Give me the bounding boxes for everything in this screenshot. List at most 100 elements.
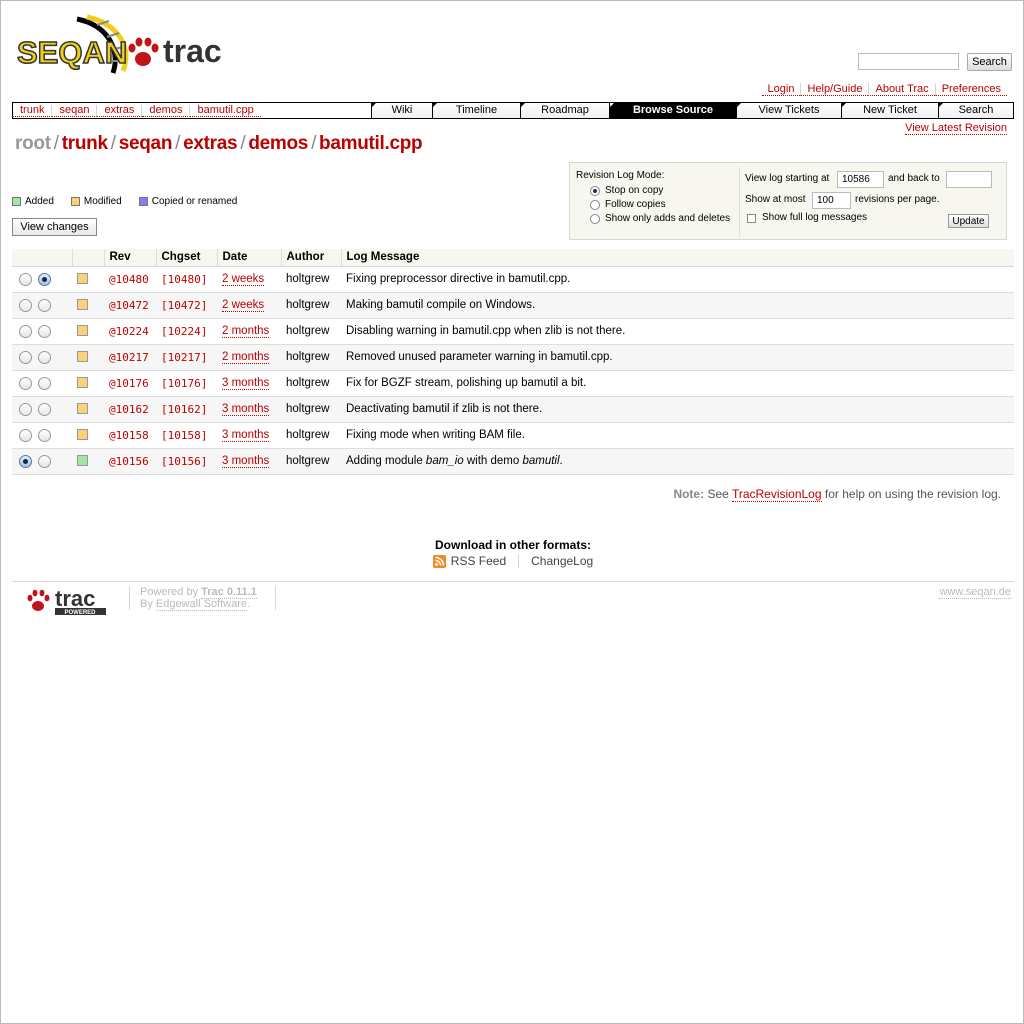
- trac-revision-log-link[interactable]: TracRevisionLog: [731, 487, 822, 502]
- edgewall-link[interactable]: Edgewall Software: [155, 598, 248, 611]
- old-revision-radio[interactable]: [19, 350, 32, 364]
- chgset-link[interactable]: [10224]: [161, 325, 207, 338]
- chgset-link[interactable]: [10158]: [161, 429, 207, 442]
- chgset-link[interactable]: [10217]: [161, 351, 207, 364]
- new-revision-radio[interactable]: [38, 428, 51, 442]
- new-revision-radio[interactable]: [38, 454, 51, 468]
- logo-seqan-text: SEQAN: [17, 35, 127, 70]
- start-revision-input[interactable]: [837, 171, 884, 188]
- date-link[interactable]: 3 months: [222, 377, 270, 390]
- date-link[interactable]: 2 weeks: [222, 299, 265, 312]
- view-latest-revision-link[interactable]: View Latest Revision: [905, 122, 1007, 135]
- path-root-link[interactable]: root: [15, 133, 51, 154]
- help-guide-link[interactable]: Help/Guide: [800, 83, 869, 96]
- alt-formats: RSS Feed ChangeLog: [1, 554, 1024, 568]
- col-author: Author: [281, 249, 342, 267]
- date-link[interactable]: 2 months: [222, 351, 270, 364]
- mode-follow-copies[interactable]: Follow copies: [590, 199, 666, 210]
- footer-divider: [12, 581, 1014, 582]
- trac-powered-badge[interactable]: trac POWERED: [25, 586, 110, 616]
- nav-browse-source[interactable]: Browse Source: [609, 103, 736, 118]
- old-revision-radio[interactable]: [19, 324, 32, 338]
- rss-feed-link[interactable]: RSS Feed: [421, 554, 518, 568]
- rev-link[interactable]: @10472: [109, 299, 149, 312]
- chgset-link[interactable]: [10472]: [161, 299, 207, 312]
- pathnav-bamutil-cpp[interactable]: bamutil.cpp: [190, 104, 261, 117]
- date-link[interactable]: 3 months: [222, 455, 270, 468]
- modified-indicator: [77, 429, 88, 441]
- new-revision-radio[interactable]: [38, 350, 51, 364]
- modified-indicator: [77, 299, 88, 311]
- path-trunk-link[interactable]: trunk: [62, 133, 108, 154]
- author: holtgrew: [281, 344, 341, 371]
- chgset-link[interactable]: [10162]: [161, 403, 207, 416]
- nav-wiki[interactable]: Wiki: [372, 103, 432, 118]
- author: holtgrew: [281, 422, 341, 449]
- chgset-link[interactable]: [10176]: [161, 377, 207, 390]
- mode-only-adds-deletes[interactable]: Show only adds and deletes: [590, 213, 730, 224]
- limit-input[interactable]: [812, 192, 851, 209]
- log-message: Disabling warning in bamutil.cpp when zl…: [341, 318, 1014, 345]
- update-button[interactable]: Update: [948, 214, 989, 228]
- date-link[interactable]: 2 months: [222, 325, 270, 338]
- chgset-link[interactable]: [10480]: [161, 273, 207, 286]
- path-demos-link[interactable]: demos: [248, 133, 308, 154]
- new-revision-radio[interactable]: [38, 402, 51, 416]
- rev-link[interactable]: @10480: [109, 273, 149, 286]
- about-trac-link[interactable]: About Trac: [868, 83, 935, 96]
- seqan-trac-logo[interactable]: SEQAN trac: [17, 13, 237, 83]
- rev-link[interactable]: @10217: [109, 351, 149, 364]
- stop-revision-input[interactable]: [946, 171, 992, 188]
- date-link[interactable]: 3 months: [222, 429, 270, 442]
- old-revision-radio[interactable]: [19, 402, 32, 416]
- login-link[interactable]: Login: [761, 83, 801, 96]
- new-revision-radio[interactable]: [38, 324, 51, 338]
- radio-stop-on-copy[interactable]: [590, 185, 600, 196]
- path-seqan-link[interactable]: seqan: [119, 133, 173, 154]
- old-revision-radio[interactable]: [19, 454, 32, 468]
- nav-roadmap[interactable]: Roadmap: [520, 103, 609, 118]
- old-revision-radio[interactable]: [19, 272, 32, 286]
- rev-link[interactable]: @10176: [109, 377, 149, 390]
- preferences-link[interactable]: Preferences: [934, 83, 1007, 96]
- date-link[interactable]: 2 weeks: [222, 273, 265, 286]
- pathnav-seqan[interactable]: seqan: [52, 104, 98, 117]
- pathnav-trunk[interactable]: trunk: [13, 104, 53, 117]
- log-message: Fixing mode when writing BAM file.: [341, 422, 1014, 449]
- paw-icon: [128, 37, 159, 66]
- rev-link[interactable]: @10224: [109, 325, 149, 338]
- full-log-checkbox[interactable]: [747, 214, 756, 223]
- log-message: Making bamutil compile on Windows.: [341, 292, 1014, 319]
- rev-link[interactable]: @10162: [109, 403, 149, 416]
- radio-only-adds-deletes[interactable]: [590, 213, 600, 224]
- nav-new-ticket[interactable]: New Ticket: [841, 103, 938, 118]
- path-extras-link[interactable]: extras: [183, 133, 238, 154]
- new-revision-radio[interactable]: [38, 376, 51, 390]
- path-bamutil-link[interactable]: bamutil.cpp: [319, 133, 423, 154]
- radio-follow-copies[interactable]: [590, 199, 600, 210]
- site-url-link[interactable]: www.seqan.de: [939, 586, 1011, 599]
- nav-timeline[interactable]: Timeline: [432, 103, 520, 118]
- search-input[interactable]: [858, 53, 959, 70]
- search-button[interactable]: Search: [967, 53, 1012, 71]
- old-revision-radio[interactable]: [19, 298, 32, 312]
- changelog-link[interactable]: ChangeLog: [518, 554, 605, 568]
- new-revision-radio[interactable]: [38, 272, 51, 286]
- old-revision-radio[interactable]: [19, 428, 32, 442]
- date-link[interactable]: 3 months: [222, 403, 270, 416]
- nav-search[interactable]: Search: [938, 103, 1013, 118]
- new-revision-radio[interactable]: [38, 298, 51, 312]
- chgset-link[interactable]: [10156]: [161, 455, 207, 468]
- pathnav-demos[interactable]: demos: [142, 104, 191, 117]
- main-nav: Wiki Timeline Roadmap Browse Source View…: [371, 102, 1014, 119]
- log-message: Deactivating bamutil if zlib is not ther…: [341, 396, 1014, 423]
- pathnav-extras[interactable]: extras: [97, 104, 143, 117]
- old-revision-radio[interactable]: [19, 376, 32, 390]
- powered-by: Powered by Trac 0.11.1 By Edgewall Softw…: [140, 586, 257, 611]
- view-changes-button[interactable]: View changes: [12, 218, 97, 236]
- rev-link[interactable]: @10158: [109, 429, 149, 442]
- nav-view-tickets[interactable]: View Tickets: [736, 103, 841, 118]
- log-message: Fixing preprocessor directive in bamutil…: [341, 266, 1014, 293]
- rev-link[interactable]: @10156: [109, 455, 149, 468]
- mode-stop-on-copy[interactable]: Stop on copy: [590, 185, 663, 196]
